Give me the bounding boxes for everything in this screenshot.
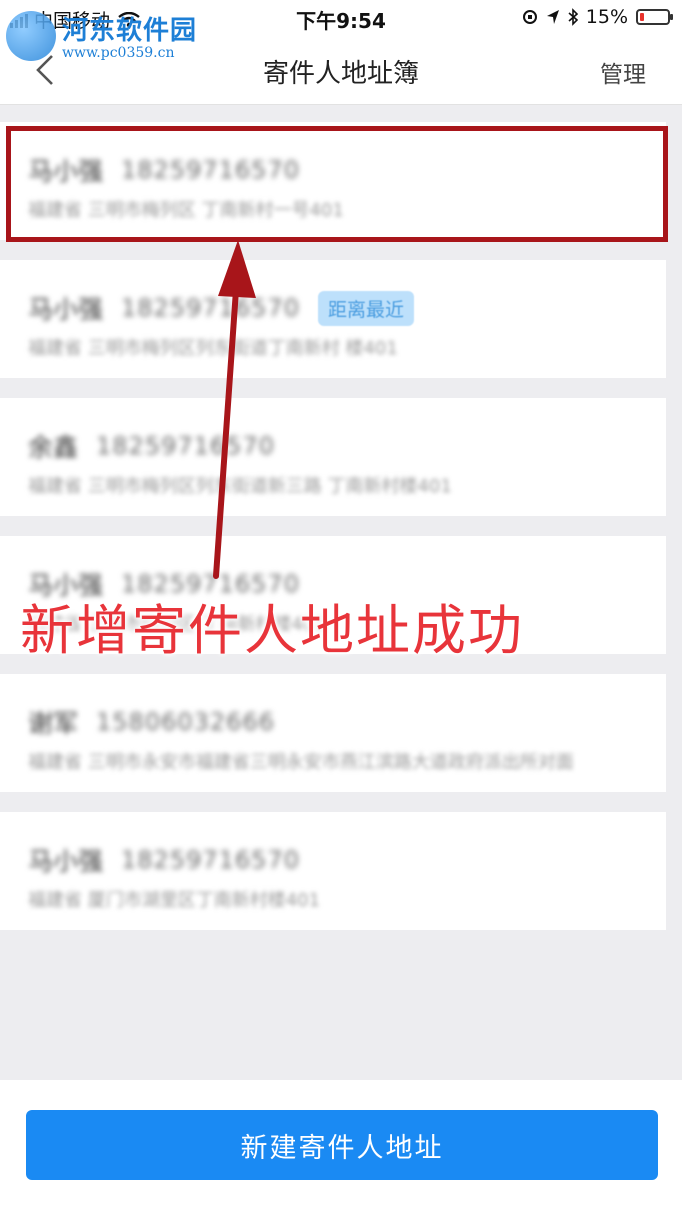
highlight-box [6, 126, 668, 242]
battery-percent: 15% [585, 6, 628, 28]
battery-icon [636, 9, 673, 25]
contact-phone: 18259716570 [96, 432, 275, 460]
address-card-6[interactable]: 马小强 18259716570 福建省 厦门市湖里区丁南新村楼401 [0, 812, 666, 930]
contact-name: 马小强 [28, 847, 104, 876]
address-card-3[interactable]: 余鑫 18259716570 福建省 三明市梅列区列东街道新三路 丁南新村楼40… [0, 398, 666, 516]
contact-name: 马小强 [28, 295, 104, 324]
watermark: 河东软件园 www.pc0359.cn [6, 10, 197, 61]
contact-name: 谢军 [28, 709, 79, 738]
contact-address: 福建省 三明市梅列区列东街道丁南新村 楼401 [28, 338, 398, 359]
nearest-badge: 距离最近 [317, 290, 414, 326]
contact-address: 福建省 三明市永安市福建省三明永安市燕江滨路大道政府派出所对面 [28, 752, 574, 773]
contact-address: 福建省 三明市梅列区列东街道新三路 丁南新村楼401 [28, 476, 452, 497]
contact-phone: 15806032666 [96, 708, 275, 736]
contact-phone: 18259716570 [121, 294, 300, 322]
contact-name: 余鑫 [28, 433, 79, 462]
location-icon [546, 10, 559, 24]
rotation-lock-icon [522, 10, 537, 24]
new-address-button[interactable]: 新建寄件人地址 [26, 1110, 658, 1180]
contact-phone: 18259716570 [121, 846, 300, 874]
bottom-bar: 新建寄件人地址 [0, 1080, 682, 1212]
watermark-logo-icon [6, 10, 56, 61]
address-card-2[interactable]: 马小强 18259716570 距离最近 福建省 三明市梅列区列东街道丁南新村 … [0, 260, 666, 378]
contact-address: 福建省 厦门市湖里区丁南新村楼401 [28, 890, 321, 911]
manage-button[interactable]: 管理 [600, 55, 646, 89]
address-card-5[interactable]: 谢军 15806032666 福建省 三明市永安市福建省三明永安市燕江滨路大道政… [0, 674, 666, 792]
bluetooth-icon [568, 8, 578, 26]
status-right: 15% [522, 6, 673, 28]
watermark-title: 河东软件园 [62, 16, 198, 46]
watermark-url: www.pc0359.cn [62, 45, 175, 61]
annotation-text: 新增寄件人地址成功 [20, 599, 524, 662]
